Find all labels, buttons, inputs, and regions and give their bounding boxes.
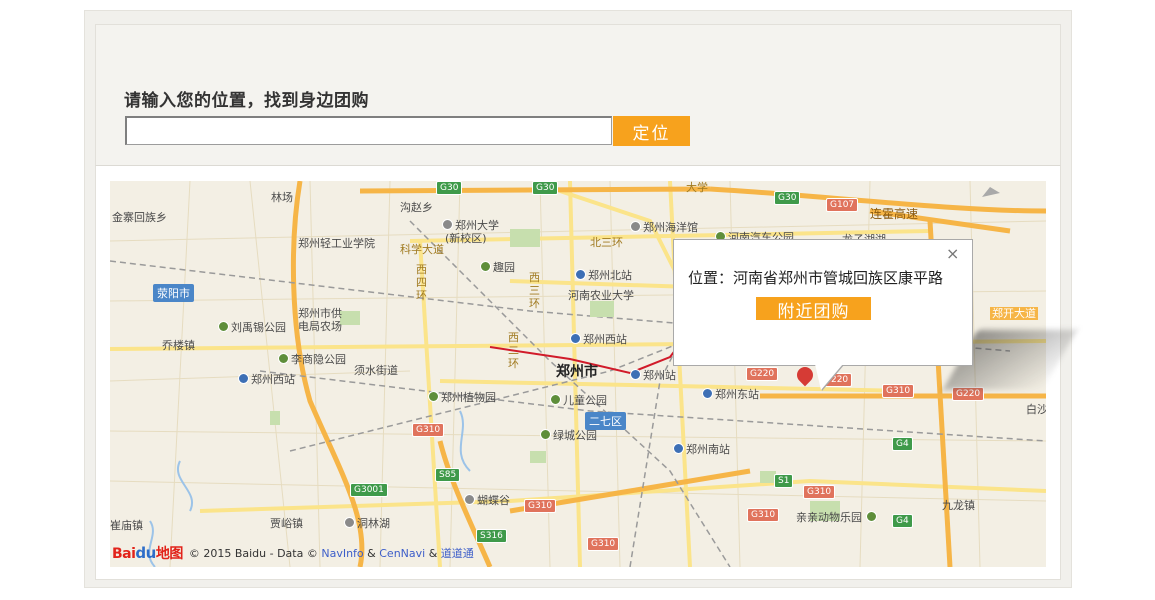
highway-shield: G310	[587, 537, 620, 551]
station-icon	[702, 388, 713, 399]
highway-shield: G310	[412, 423, 445, 437]
map-label-lishangyin: 李商隐公园	[278, 353, 346, 366]
highway-shield: G107	[826, 198, 859, 212]
map-label-qiyuan: 趣园	[480, 261, 515, 274]
highway-shield: G220	[746, 367, 779, 381]
map-label-jiayu: 贾峪镇	[270, 517, 303, 530]
map-label-baisha: 白沙	[1026, 403, 1046, 416]
poi-icon	[344, 517, 355, 528]
search-prompt: 请输入您的位置，找到身边团购	[124, 91, 369, 111]
poi-icon	[630, 221, 641, 232]
cennavi-link[interactable]: CenNavi	[379, 547, 425, 560]
highway-shield: S316	[476, 529, 507, 543]
highway-shield: G30	[532, 181, 559, 195]
map-label-zzdz: 郑州东站	[702, 388, 759, 401]
highway-shield: G310	[803, 485, 836, 499]
map-label-zzxizhan: 郑州西站	[570, 333, 627, 346]
nearby-deals-button[interactable]: 附近团购	[756, 297, 871, 322]
highway-shield: G310	[747, 508, 780, 522]
station-icon	[673, 443, 684, 454]
daodao-link[interactable]: 道道通	[441, 545, 474, 561]
amp-separator: &	[367, 546, 376, 560]
map-label-liuyuxi: 刘禹锡公园	[218, 321, 286, 334]
park-icon	[540, 429, 551, 440]
map-label-zznz: 郑州南站	[673, 443, 730, 456]
map-label-xierhuan: 西二环	[508, 331, 519, 370]
station-icon	[570, 333, 581, 344]
navinfo-link[interactable]: NavInfo	[321, 547, 363, 560]
map-label-donglinhu: 洞林湖	[344, 517, 390, 530]
highway-shield: G310	[882, 384, 915, 398]
city-label-zhengzhou: 郑州市	[556, 364, 598, 380]
map-label-zhengkai: 郑开大道	[990, 307, 1038, 320]
baidu-logo[interactable]: Baidu地图	[112, 543, 183, 563]
locate-button[interactable]: 定位	[613, 116, 690, 146]
map-label-zzdx-sub: (新校区)	[445, 232, 487, 245]
map-label-daxue: 大学	[686, 181, 708, 194]
map-label-beisan: 北三环	[590, 236, 623, 249]
map-label-zzzwy: 郑州植物园	[428, 391, 496, 404]
highway-shield: S1	[774, 474, 794, 488]
highway-shield: G4	[892, 514, 913, 528]
highway-shield: G310	[524, 499, 557, 513]
map-label-hnny: 河南农业大学	[568, 289, 634, 302]
highway-shield: G30	[774, 191, 801, 205]
map-label-zzxz: 郑州西站	[238, 373, 295, 386]
highway-shield: G3001	[350, 483, 388, 497]
park-icon	[865, 511, 877, 522]
map-label-zzz: 郑州站	[630, 369, 676, 382]
highway-shield: S85	[435, 468, 461, 482]
map-attribution: Baidu地图 © 2015 Baidu - Data © NavInfo & …	[112, 540, 474, 566]
info-window-pointer	[815, 364, 843, 390]
copyright-text: © 2015 Baidu - Data ©	[188, 546, 318, 560]
map-label-xushui: 须水街道	[354, 364, 398, 377]
map-label-lianhuo: 连霍高速	[870, 207, 919, 221]
map-label-goudao: 沟赵乡	[400, 201, 433, 214]
map-label-qinqin: 亲亲动物乐园	[796, 511, 879, 524]
district-xingyang: 荥阳市	[153, 284, 194, 302]
map-label-zzbz: 郑州北站	[575, 269, 632, 282]
map-label-ertong: 儿童公园	[550, 394, 607, 407]
park-icon	[428, 391, 439, 402]
poi-icon	[442, 219, 453, 230]
map-label-cuimiao: 崔庙镇	[110, 519, 143, 532]
map-label-xisihuan: 西四环	[416, 263, 427, 302]
station-icon	[238, 373, 249, 384]
park-icon	[278, 353, 289, 364]
station-icon	[575, 269, 586, 280]
map-label-kexue: 科学大道	[400, 243, 444, 256]
amp-separator: &	[428, 546, 438, 560]
map-label-jiulong: 九龙镇	[942, 499, 975, 512]
map-label-jinzhai: 金寨回族乡	[112, 211, 167, 224]
map-label-gongdian: 郑州市供	[298, 307, 342, 320]
highway-shield: G30	[436, 181, 463, 195]
highway-shield: G4	[892, 437, 913, 451]
map-label-zzhyg: 郑州海洋馆	[630, 221, 698, 234]
park-icon	[480, 261, 491, 272]
map-label-lvcheng: 绿城公园	[540, 429, 597, 442]
map-label-qingong: 郑州轻工业学院	[298, 237, 375, 250]
popup-address: 位置：河南省郑州市管城回族区康平路	[688, 269, 944, 287]
close-icon[interactable]: ×	[946, 246, 959, 262]
map-label-hudie: 蝴蝶谷	[464, 494, 510, 507]
map-label-linchang: 林场	[271, 191, 293, 204]
map-label-xisanhuan: 西三环	[529, 271, 540, 310]
map-label-qiaolou: 乔楼镇	[162, 339, 195, 352]
station-icon	[630, 369, 641, 380]
location-input[interactable]	[125, 116, 612, 145]
park-icon	[550, 394, 561, 405]
park-icon	[218, 321, 229, 332]
district-erqi: 二七区	[585, 412, 626, 430]
map-label-zzdx: 郑州大学	[442, 219, 499, 232]
map-label-gongdian2: 电局农场	[298, 320, 342, 333]
poi-icon	[464, 494, 475, 505]
